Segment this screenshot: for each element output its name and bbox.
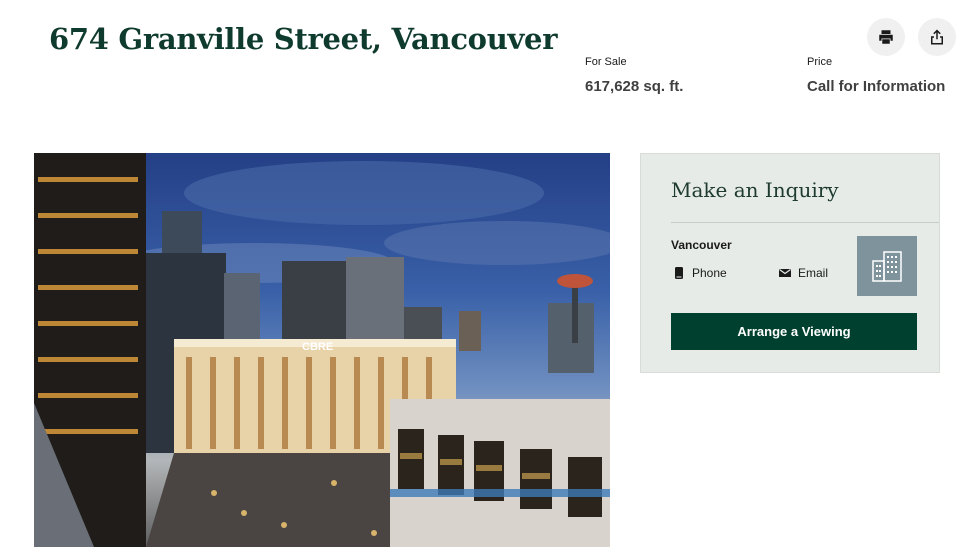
email-icon xyxy=(779,269,791,277)
print-icon xyxy=(879,30,893,44)
phone-label: Phone xyxy=(692,266,727,280)
inquiry-panel: Make an Inquiry Vancouver Phone Email Ar… xyxy=(640,153,940,373)
share-icon xyxy=(931,29,943,45)
for-sale-label: For Sale xyxy=(585,56,627,68)
phone-link[interactable]: Phone xyxy=(673,266,727,280)
price-value: Call for Information xyxy=(807,78,946,95)
inquiry-divider xyxy=(671,222,939,223)
email-link[interactable]: Email xyxy=(779,266,828,280)
area-value: 617,628 sq. ft. xyxy=(585,78,684,95)
page-title: 674 Granville Street, Vancouver xyxy=(49,22,558,56)
price-label: Price xyxy=(807,56,833,68)
print-button[interactable] xyxy=(867,18,905,56)
property-photo-illustration: CBRE xyxy=(34,153,610,547)
building-sign: CBRE xyxy=(302,341,333,353)
share-button[interactable] xyxy=(918,18,956,56)
arrange-viewing-button[interactable]: Arrange a Viewing xyxy=(671,313,917,350)
phone-icon xyxy=(675,267,683,279)
inquiry-title: Make an Inquiry xyxy=(671,178,839,202)
listing-size: For Sale 617,628 sq. ft. xyxy=(585,56,683,95)
email-label: Email xyxy=(798,266,829,280)
office-name: Vancouver xyxy=(671,238,732,252)
building-icon xyxy=(872,251,902,282)
office-badge xyxy=(857,236,917,296)
property-photo[interactable]: CBRE xyxy=(34,153,610,547)
listing-price: Price Call for Information xyxy=(807,56,945,95)
